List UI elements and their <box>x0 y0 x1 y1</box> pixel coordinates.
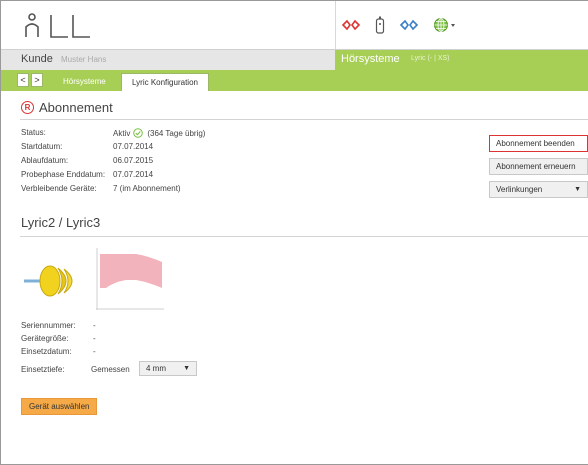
customer-name: Muster Hans <box>61 55 107 64</box>
remote-control-icon[interactable] <box>375 16 385 34</box>
info-key: Startdatum: <box>21 142 63 151</box>
wireless-link-icon[interactable] <box>399 19 419 31</box>
insertion-depth-plot <box>96 248 164 310</box>
subscription-title: Abonnement <box>39 99 113 115</box>
subscription-divider <box>20 119 588 120</box>
info-value: 07.07.2014 <box>113 142 154 151</box>
info-key: Probephase Enddatum: <box>21 170 106 179</box>
detail-key: Gerätegröße: <box>21 334 69 343</box>
status-value: Aktiv <box>113 128 131 138</box>
chevron-down-icon: ▼ <box>183 365 190 372</box>
detail-row-size: Gerätegröße: - <box>21 334 96 343</box>
lyric-divider <box>20 236 588 237</box>
detail-row-insert-date: Einsetzdatum: - <box>21 347 96 356</box>
detail-value: - <box>93 321 96 330</box>
info-key: Status: <box>21 128 46 137</box>
chevron-down-icon <box>451 24 455 27</box>
detail-value: - <box>93 334 96 343</box>
info-value: 07.07.2014 <box>113 170 154 179</box>
info-value: 7 (im Abonnement) <box>113 184 181 193</box>
subscription-header: R Abonnement <box>21 98 113 116</box>
info-value: Aktiv (364 Tage übrig) <box>113 128 205 138</box>
end-subscription-button[interactable]: Abonnement beenden <box>489 135 588 152</box>
nav-buttons: < > <box>17 73 45 88</box>
hearing-systems-label: Hörsysteme <box>341 53 400 65</box>
tab-bar: < > Hörsysteme Lyric Konfiguration <box>1 70 588 91</box>
registered-icon: R <box>21 100 34 114</box>
tab-hoersysteme[interactable]: Hörsysteme <box>53 73 116 91</box>
detail-value: - <box>93 347 96 356</box>
detail-row-serial: Seriennummer: - <box>21 321 96 330</box>
tab-lyric-konfiguration[interactable]: Lyric Konfiguration <box>121 73 209 91</box>
depth-select[interactable]: 4 mm ▼ <box>139 361 197 376</box>
depth-mode: Gemessen <box>91 365 130 374</box>
hearing-aid-pair-icon[interactable] <box>341 19 361 31</box>
customer-label: Kunde <box>21 53 53 65</box>
logo-icon <box>25 13 90 38</box>
globe-icon[interactable] <box>433 17 457 33</box>
nav-back-button[interactable]: < <box>17 73 29 87</box>
info-key: Verbleibende Geräte: <box>21 184 97 193</box>
customer-bar: Kunde Muster Hans Hörsysteme Lyric (- | … <box>1 49 588 71</box>
links-dropdown[interactable]: Verlinkungen ▼ <box>489 181 588 198</box>
nav-forward-button[interactable]: > <box>31 73 43 87</box>
lyric-title: Lyric2 / Lyric3 <box>21 215 101 230</box>
info-key: Ablaufdatum: <box>21 156 69 165</box>
check-circle-icon <box>133 128 144 138</box>
hearing-systems-panel[interactable]: Hörsysteme Lyric (- | XS) <box>335 50 588 71</box>
chevron-down-icon: ▼ <box>574 186 581 193</box>
select-device-button[interactable]: Gerät auswählen <box>21 398 98 415</box>
status-extra: (364 Tage übrig) <box>147 128 206 138</box>
depth-label: Einsetztiefe: <box>21 365 65 374</box>
header-divider <box>335 1 336 49</box>
depth-select-value: 4 mm <box>146 364 166 373</box>
detail-key: Einsetzdatum: <box>21 347 72 356</box>
detail-key: Seriennummer: <box>21 321 76 330</box>
header-icons <box>341 13 471 37</box>
hearing-systems-sub: Lyric (- | XS) <box>411 55 450 62</box>
detail-row-depth: Einsetztiefe: <box>21 365 65 374</box>
renew-subscription-button[interactable]: Abonnement erneuern <box>489 158 588 175</box>
top-header <box>1 1 588 49</box>
lyric-device-icon <box>24 265 73 297</box>
links-dropdown-label: Verlinkungen <box>496 185 543 194</box>
info-value: 06.07.2015 <box>113 156 154 165</box>
